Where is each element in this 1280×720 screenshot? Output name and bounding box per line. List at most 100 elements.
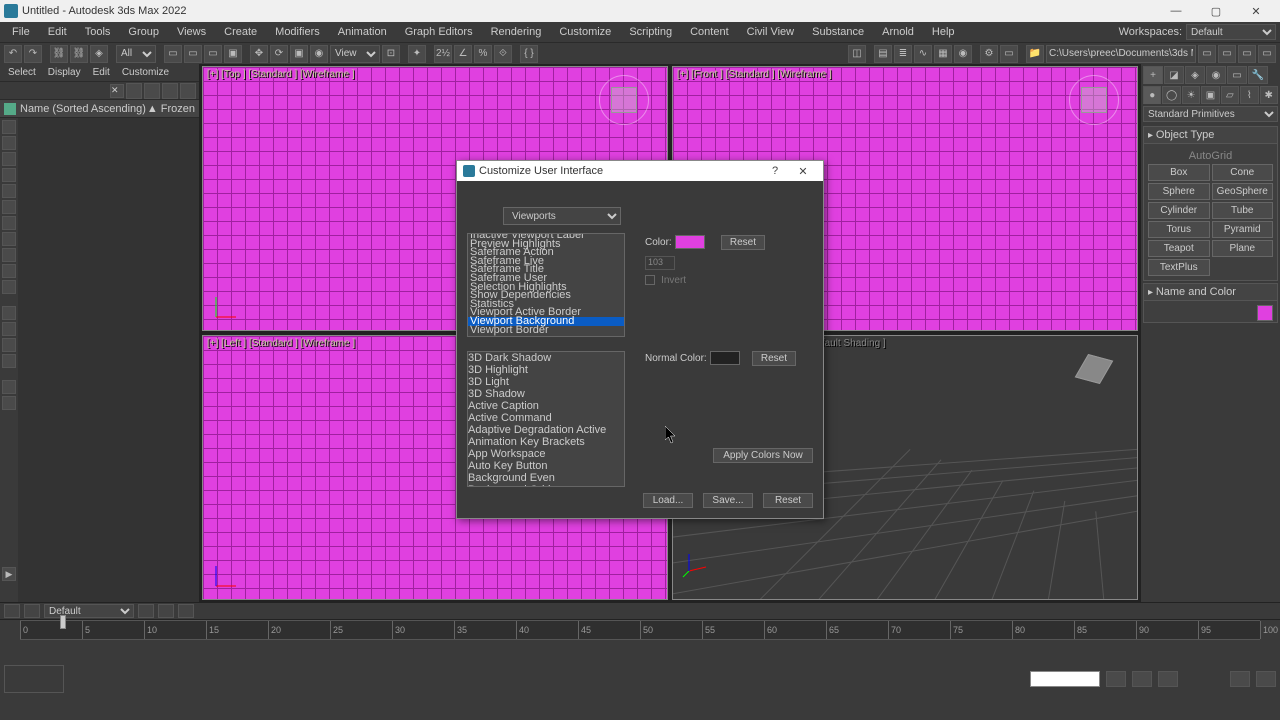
se-filter-6[interactable]	[2, 200, 16, 214]
play-next[interactable]	[1158, 671, 1178, 687]
menu-civilview[interactable]: Civil View	[739, 24, 802, 40]
minimize-button[interactable]: —	[1156, 1, 1196, 21]
dialog-close-button[interactable]: ✕	[789, 162, 817, 180]
se-tb1[interactable]	[126, 83, 142, 99]
list2-item-5[interactable]: Active Command	[468, 412, 624, 424]
list2-item-8[interactable]: App Workspace	[468, 448, 624, 460]
menu-views[interactable]: Views	[169, 24, 214, 40]
menu-scripting[interactable]: Scripting	[621, 24, 680, 40]
redo-button[interactable]: ↷	[24, 45, 42, 63]
angle-snap-button[interactable]: ∠	[454, 45, 472, 63]
viewcube-top[interactable]	[599, 75, 649, 125]
named-select-button[interactable]: { }	[520, 45, 538, 63]
select-place-button[interactable]: ◉	[310, 45, 328, 63]
se-tb4[interactable]	[180, 83, 196, 99]
tab-hierarchy[interactable]: ◈	[1185, 66, 1205, 84]
schematic-button[interactable]: ▦	[934, 45, 952, 63]
cat-helpers[interactable]: ▱	[1221, 86, 1239, 104]
nav-2[interactable]	[1256, 671, 1276, 687]
play-button[interactable]	[1132, 671, 1152, 687]
list2-item-10[interactable]: Background Even	[468, 472, 624, 484]
se-filter-12[interactable]	[2, 306, 16, 320]
pivot-button[interactable]: ⊡	[382, 45, 400, 63]
tb-btn-d[interactable]: ▭	[1258, 45, 1276, 63]
select-name-button[interactable]: ▭	[184, 45, 202, 63]
dialog-help-button[interactable]: ?	[761, 162, 789, 180]
viewcube-front[interactable]	[1069, 75, 1119, 125]
se-filter-5[interactable]	[2, 184, 16, 198]
link-button[interactable]: ⛓	[50, 45, 68, 63]
intensity-spinner[interactable]: 103	[645, 256, 675, 270]
tab-create[interactable]: +	[1143, 66, 1163, 84]
tab-motion[interactable]: ◉	[1206, 66, 1226, 84]
se-tb2[interactable]	[144, 83, 160, 99]
percent-snap-button[interactable]: %	[474, 45, 492, 63]
btn-cylinder[interactable]: Cylinder	[1148, 202, 1210, 219]
layer-swatch-icon2[interactable]	[24, 604, 40, 618]
se-filter-15[interactable]	[2, 354, 16, 368]
se-filter-7[interactable]	[2, 216, 16, 230]
autogrid-checkbox[interactable]: AutoGrid	[1148, 148, 1273, 164]
timeline-ruler[interactable]: 0510152025303540455055606570758085909510…	[20, 620, 1260, 640]
color-swatch[interactable]	[675, 235, 705, 249]
se-filter-11[interactable]	[2, 280, 16, 294]
layer-btn3[interactable]	[178, 604, 194, 618]
section-dropdown[interactable]: Viewports	[503, 207, 621, 225]
apply-colors-button[interactable]: Apply Colors Now	[713, 448, 813, 463]
list2-item-2[interactable]: 3D Light	[468, 376, 624, 388]
select-move-button[interactable]: ✥	[250, 45, 268, 63]
se-filter-4[interactable]	[2, 168, 16, 182]
select-rotate-button[interactable]: ⟳	[270, 45, 288, 63]
normal-reset-button[interactable]: Reset	[752, 351, 796, 366]
list2-item-4[interactable]: Active Caption	[468, 400, 624, 412]
se-menu-customize[interactable]: Customize	[116, 67, 175, 78]
list2-item-3[interactable]: 3D Shadow	[468, 388, 624, 400]
list1-item-11[interactable]: Viewport Border	[468, 326, 624, 335]
project-path[interactable]	[1046, 45, 1196, 63]
color-category-listbox[interactable]: Inactive Viewport LabelPreview Highlight…	[467, 233, 625, 337]
btn-box[interactable]: Box	[1148, 164, 1210, 181]
load-button[interactable]: Load...	[643, 493, 693, 508]
save-button[interactable]: Save...	[703, 493, 753, 508]
unlink-button[interactable]: ⛓	[70, 45, 88, 63]
cat-systems[interactable]: ✱	[1260, 86, 1278, 104]
workspace-dropdown[interactable]: Default	[1186, 24, 1276, 40]
object-color-swatch[interactable]	[1257, 305, 1273, 321]
rfw-button[interactable]: ▭	[1000, 45, 1018, 63]
menu-content[interactable]: Content	[682, 24, 737, 40]
se-filter-9[interactable]	[2, 248, 16, 262]
snap-button[interactable]: 2½	[434, 45, 452, 63]
tab-utilities[interactable]: 🔧	[1248, 66, 1268, 84]
manipulate-button[interactable]: ✦	[408, 45, 426, 63]
list2-item-0[interactable]: 3D Dark Shadow	[468, 352, 624, 364]
menu-rendering[interactable]: Rendering	[483, 24, 550, 40]
primitive-dropdown[interactable]: Standard Primitives	[1143, 106, 1278, 122]
open-project-button[interactable]: 📁	[1026, 45, 1044, 63]
layer-btn1[interactable]	[138, 604, 154, 618]
close-button[interactable]: ✕	[1236, 1, 1276, 21]
timeline[interactable]: 0510152025303540455055606570758085909510…	[0, 619, 1280, 647]
select-scale-button[interactable]: ▣	[290, 45, 308, 63]
nav-1[interactable]	[1230, 671, 1250, 687]
selection-filter[interactable]: All	[116, 45, 156, 63]
layers-button[interactable]: ≣	[894, 45, 912, 63]
se-menu-display[interactable]: Display	[42, 67, 87, 78]
cat-geometry[interactable]: ●	[1143, 86, 1161, 104]
window-crossing-button[interactable]: ▣	[224, 45, 242, 63]
tab-display[interactable]: ▭	[1227, 66, 1247, 84]
tab-modify[interactable]: ◪	[1164, 66, 1184, 84]
bind-button[interactable]: ◈	[90, 45, 108, 63]
tb-btn-a[interactable]: ▭	[1198, 45, 1216, 63]
menu-help[interactable]: Help	[924, 24, 963, 40]
btn-geosphere[interactable]: GeoSphere	[1212, 183, 1274, 200]
se-close-button[interactable]: ✕	[110, 84, 124, 98]
cat-shapes[interactable]: ◯	[1162, 86, 1180, 104]
color-reset-button[interactable]: Reset	[721, 235, 765, 250]
se-filter-14[interactable]	[2, 338, 16, 352]
list2-item-9[interactable]: Auto Key Button	[468, 460, 624, 472]
menu-group[interactable]: Group	[120, 24, 167, 40]
btn-teapot[interactable]: Teapot	[1148, 240, 1210, 257]
se-column-header[interactable]: Name (Sorted Ascending) ▲ Frozen	[0, 100, 199, 118]
se-filter-2[interactable]	[2, 136, 16, 150]
menu-modifiers[interactable]: Modifiers	[267, 24, 328, 40]
